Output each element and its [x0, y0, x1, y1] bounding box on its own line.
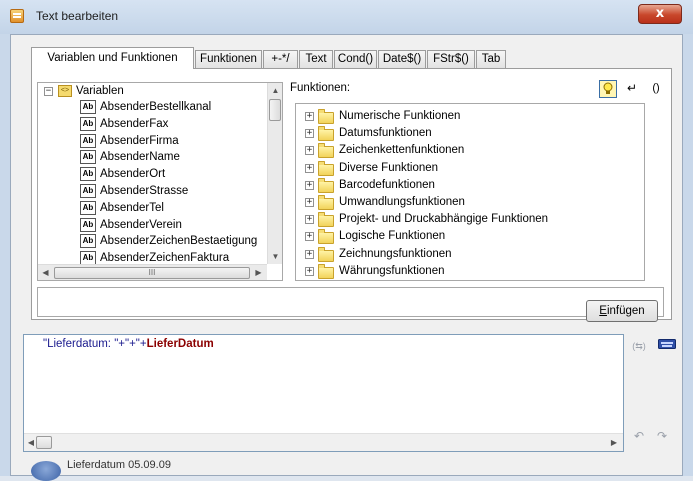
tab-tab[interactable]: Tab — [476, 50, 506, 68]
function-category-label: Projekt- und Druckabhängige Funktionen — [339, 213, 549, 226]
lightbulb-icon[interactable] — [599, 80, 617, 98]
function-category-label: Währungsfunktionen — [339, 264, 445, 277]
variable-item-label: AbsenderOrt — [100, 168, 166, 181]
scroll-right-icon[interactable]: ▶ — [251, 265, 266, 280]
expand-icon[interactable]: + — [305, 146, 314, 156]
insert-mnemonic: E — [599, 305, 607, 317]
functions-tree: + Numerische Funktionen + Datumsfunktionen +… — [295, 103, 645, 281]
folder-icon — [318, 126, 334, 142]
variable-item-label: AbsenderFirma — [100, 134, 179, 147]
status-indicator-icon — [31, 461, 61, 481]
tab-date[interactable]: Date$() — [378, 50, 426, 68]
tab-cond[interactable]: Cond() — [334, 50, 377, 68]
variable-item-label: AbsenderZeichenBestaetigung — [100, 235, 258, 248]
description-box — [37, 287, 664, 317]
functions-label: Funktionen: — [290, 82, 351, 94]
text-variable-icon: Ab — [80, 116, 96, 131]
variables-folder-icon: <> — [58, 85, 72, 97]
text-variable-icon: Ab — [80, 150, 96, 165]
line-break-icon[interactable]: ↵ — [623, 80, 641, 98]
function-category-label: Barcodefunktionen — [339, 178, 435, 191]
expand-icon[interactable]: + — [305, 112, 314, 121]
variable-item-label: AbsenderTel — [100, 201, 164, 214]
parentheses-icon[interactable]: () — [647, 80, 665, 98]
expand-icon[interactable]: + — [305, 266, 314, 276]
folder-icon — [318, 246, 334, 262]
scroll-down-icon[interactable]: ▼ — [268, 249, 282, 264]
status-text: Lieferdatum 05.09.09 — [67, 459, 171, 471]
insert-label: infügen — [606, 305, 645, 317]
wrap-icon[interactable]: (⇆) — [628, 339, 650, 353]
function-category-label: Datumsfunktionen — [339, 127, 432, 140]
expand-icon[interactable]: + — [305, 163, 314, 173]
text-variable-icon: Ab — [80, 133, 96, 148]
tab-text[interactable]: Text — [299, 50, 333, 68]
undo-icon[interactable]: ↶ — [628, 429, 650, 443]
folder-icon — [318, 212, 334, 228]
folder-icon — [318, 263, 334, 279]
text-variable-icon: Ab — [80, 167, 96, 182]
expand-icon[interactable]: + — [305, 129, 314, 139]
expand-icon[interactable]: + — [305, 215, 314, 225]
collapse-icon[interactable]: − — [44, 87, 53, 96]
folder-icon — [318, 109, 334, 124]
variable-item-label: AbsenderName — [100, 151, 180, 164]
redo-icon[interactable]: ↷ — [651, 429, 673, 443]
variables-hscroll-thumb[interactable]: III — [54, 267, 250, 279]
function-category-label: Zeichnungsfunktionen — [339, 247, 452, 260]
editor-hscroll[interactable]: ◀ ▶ — [24, 433, 623, 451]
function-category-label: Umwandlungsfunktionen — [339, 196, 465, 208]
function-category-label: Numerische Funktionen — [339, 110, 461, 122]
variables-tree: − <> Variablen Ab AbsenderBestellkanal Ab A… — [37, 82, 283, 281]
app-icon — [10, 9, 24, 23]
formula-variable: LieferDatum — [146, 338, 214, 350]
variable-item-label: AbsenderVerein — [100, 218, 182, 231]
text-variable-icon: Ab — [80, 100, 96, 114]
variable-item-label: AbsenderFax — [100, 117, 169, 130]
tree-root-label: Variablen — [76, 85, 124, 97]
insert-button[interactable]: Einfügen — [586, 300, 658, 322]
text-variable-icon: Ab — [80, 217, 96, 232]
variables-vscroll-thumb[interactable] — [269, 99, 281, 121]
variable-item-label: AbsenderBestellkanal — [100, 101, 212, 113]
text-variable-icon: Ab — [80, 200, 96, 215]
tab-panel: − <> Variablen Ab AbsenderBestellkanal Ab A… — [31, 68, 672, 320]
expand-icon[interactable]: + — [305, 180, 314, 190]
tab-variablen-und-funktionen[interactable]: Variablen und Funktionen — [31, 47, 194, 69]
expand-icon[interactable]: + — [305, 249, 314, 259]
variables-hscroll[interactable]: ◀ III ▶ — [38, 264, 267, 280]
scroll-left-icon[interactable]: ◀ — [38, 265, 53, 280]
formula-editor[interactable]: "Lieferdatum: "+"+"+LieferDatum ◀ ▶ — [23, 334, 624, 452]
variable-item-label: AbsenderStrasse — [100, 185, 189, 197]
text-edit-window: Text bearbeiten x Variablen und Funktion… — [0, 0, 693, 481]
keyboard-icon[interactable] — [656, 339, 678, 353]
editor-hscroll-thumb[interactable] — [36, 436, 52, 449]
folder-icon — [318, 177, 334, 193]
formula-text: "Lieferdatum: "+"+"+LieferDatum — [43, 338, 214, 350]
folder-icon — [318, 229, 334, 245]
close-button[interactable]: x — [638, 4, 682, 24]
function-category-label: Diverse Funktionen — [339, 161, 439, 174]
folder-icon — [318, 143, 334, 159]
tab-operators[interactable]: +-*/ — [263, 50, 298, 68]
formula-string: "Lieferdatum: "+"+"+ — [43, 338, 147, 350]
scroll-up-icon[interactable]: ▲ — [268, 83, 282, 98]
folder-icon — [318, 195, 334, 210]
function-category-label: Logische Funktionen — [339, 230, 446, 243]
folder-icon — [318, 160, 334, 176]
text-variable-icon: Ab — [80, 234, 96, 249]
tab-fstr[interactable]: FStr$() — [427, 50, 475, 68]
tab-funktionen[interactable]: Funktionen — [195, 50, 262, 68]
expand-icon[interactable]: + — [305, 232, 314, 242]
variables-vscroll[interactable]: ▲ ▼ — [267, 83, 282, 264]
scroll-right-icon[interactable]: ▶ — [607, 434, 621, 451]
function-category-label: Zeichenkettenfunktionen — [339, 144, 465, 157]
window-title: Text bearbeiten — [36, 9, 119, 23]
text-variable-icon: Ab — [80, 184, 96, 198]
dialog-body: Variablen und Funktionen Funktionen +-*/… — [10, 34, 683, 481]
title-bar: Text bearbeiten x — [0, 0, 693, 34]
expand-icon[interactable]: + — [305, 198, 314, 207]
